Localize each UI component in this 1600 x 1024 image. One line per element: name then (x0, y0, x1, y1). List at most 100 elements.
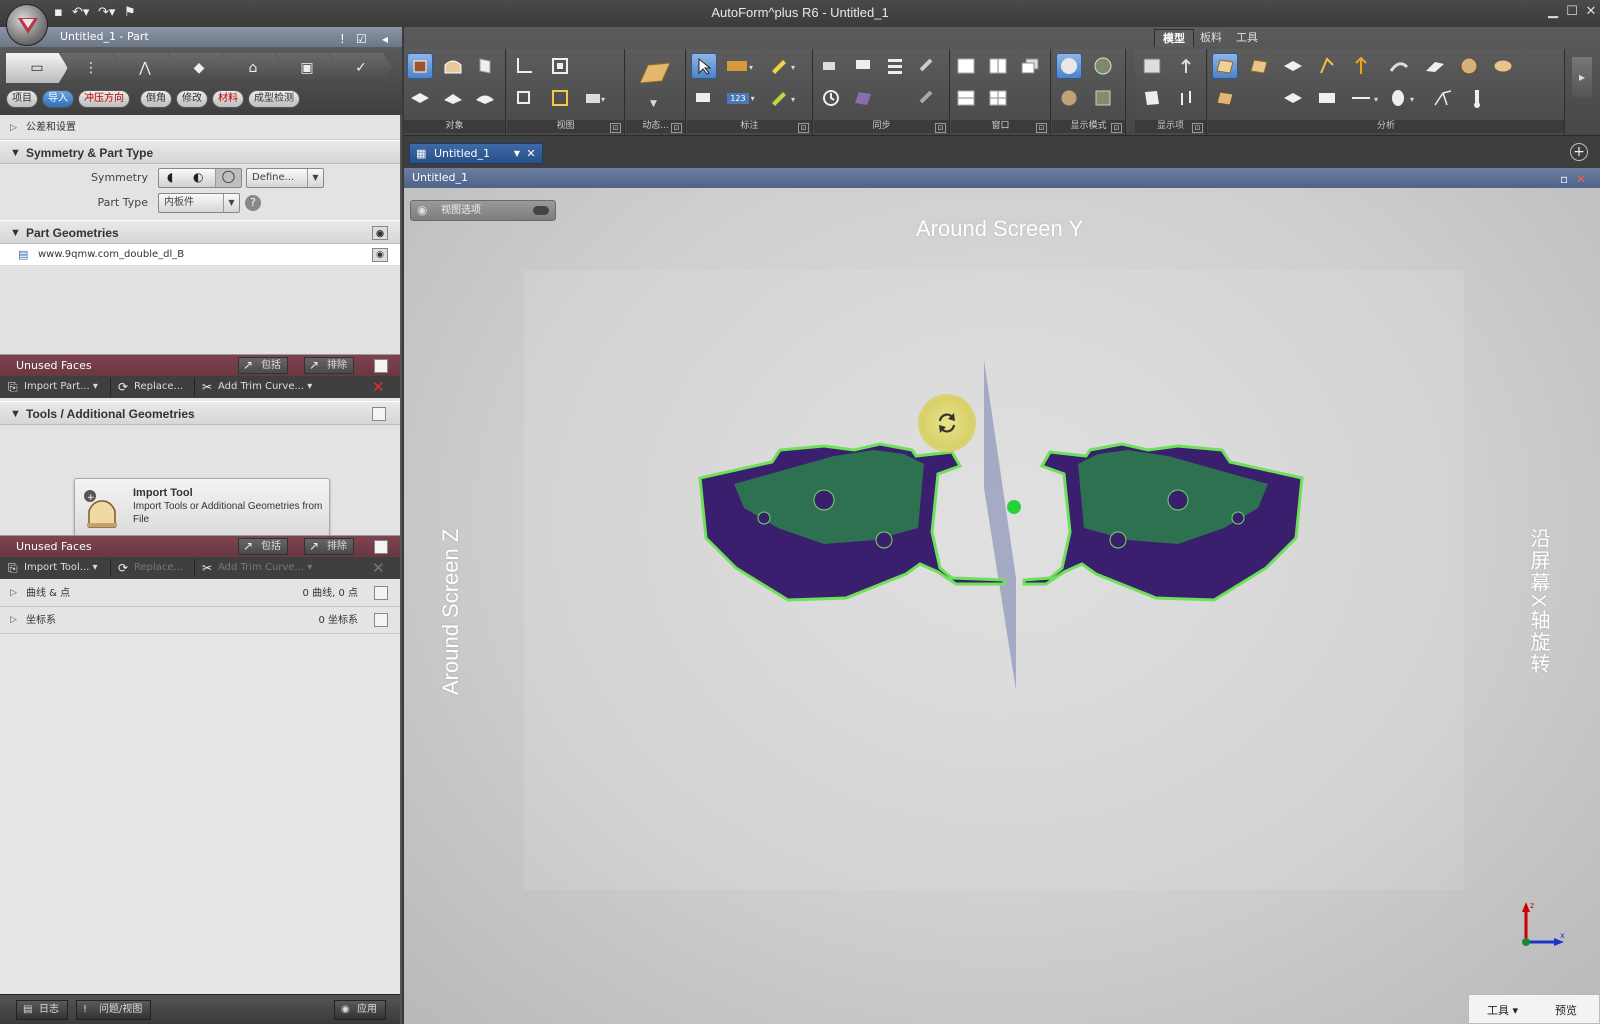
chevron-down-icon[interactable]: ▼ (514, 144, 520, 163)
process-step-addendum[interactable]: ⋀ (114, 53, 176, 83)
subtab-material[interactable]: 材料 (212, 90, 244, 108)
process-step-part[interactable]: ▭ (6, 53, 68, 83)
page-icon[interactable] (1139, 85, 1165, 111)
analysis-branch-icon[interactable] (1430, 85, 1456, 111)
define-dropdown[interactable]: Define... ▼ (246, 168, 324, 188)
delete-icon[interactable]: ✕ (372, 557, 385, 579)
symmetry-left-icon[interactable]: ◖ (167, 170, 173, 184)
measure-icon[interactable]: ▾ (723, 53, 759, 79)
view-axes-icon[interactable] (511, 53, 537, 79)
analysis-section-icon[interactable] (1246, 53, 1272, 79)
replace-button[interactable]: ⟳ Replace... (114, 557, 183, 579)
select-pointer-icon[interactable] (691, 53, 717, 79)
label-icon[interactable] (691, 85, 717, 111)
symmetry-selector[interactable]: ◖ ◐ ◯ (158, 168, 242, 188)
restore-window-icon[interactable]: ▫ (1560, 169, 1568, 189)
analysis-map-icon[interactable] (1212, 53, 1238, 79)
tool-object-icon[interactable] (440, 85, 466, 111)
delete-icon[interactable]: ✕ (372, 376, 385, 398)
3d-viewport[interactable]: ◉ 视图选项 Around Screen Y Around Screen Z 沿… (404, 188, 1600, 1024)
unlink-icon[interactable] (914, 85, 940, 111)
mesh-sphere-icon[interactable] (1056, 85, 1082, 111)
undo-icon[interactable]: ↶▾ (72, 5, 89, 20)
four-windows-icon[interactable] (985, 85, 1011, 111)
replace-button[interactable]: ⟳ Replace... (114, 376, 183, 398)
help-icon[interactable]: ? (245, 195, 261, 211)
include-button[interactable]: ↗ 包括 (238, 538, 288, 555)
close-icon[interactable]: ✕ (1582, 4, 1600, 19)
tab-untitled-1[interactable]: ▦ Untitled_1 ▼ ✕ (409, 143, 543, 164)
zoom-value-field[interactable]: 123 ▾ (723, 85, 759, 111)
sync-list-icon[interactable] (882, 53, 908, 79)
exclude-button[interactable]: ↗ 排除 (304, 538, 354, 555)
include-button[interactable]: ↗ 包括 (238, 357, 288, 374)
blank-object-icon[interactable] (407, 85, 433, 111)
import-tool-button[interactable]: ⎘ Import Tool... ▾ (4, 557, 98, 579)
minimize-icon[interactable]: ▁ (1544, 4, 1562, 19)
part-type-select[interactable]: 内板件 ▼ (158, 193, 240, 213)
add-trim-curve-button[interactable]: ✂ Add Trim Curve... ▾ (198, 376, 312, 398)
sync-result-icon[interactable] (850, 85, 876, 111)
customize-icon[interactable]: ⚑ (124, 5, 136, 20)
preview-tray-button[interactable]: 预览 (1555, 1002, 1577, 1018)
transparent-icon[interactable] (1090, 85, 1116, 111)
process-step-tipping[interactable]: ⋮ (60, 53, 122, 83)
maximize-icon[interactable]: ☐ (1563, 4, 1581, 19)
subtab-draw-direction[interactable]: 冲压方向 (78, 90, 130, 108)
tolerance-settings-row[interactable]: ▷ 公差和设置 (0, 116, 400, 140)
cascade-windows-icon[interactable] (1017, 53, 1043, 79)
app-logo[interactable] (6, 4, 48, 46)
analysis-curve-icon[interactable] (1386, 53, 1412, 79)
split-vertical-icon[interactable] (985, 53, 1011, 79)
view-cube-icon[interactable] (511, 85, 537, 111)
add-tab-icon[interactable]: + (1570, 143, 1588, 161)
pen-annotate-icon[interactable]: ▾ (767, 53, 803, 79)
surface-object-icon[interactable] (440, 53, 466, 79)
die-object-icon[interactable] (472, 85, 498, 111)
part-model[interactable] (404, 188, 1600, 1024)
save-icon[interactable]: ▪ (54, 5, 63, 20)
visibility-icon[interactable]: ◉ (372, 248, 388, 262)
curves-points-row[interactable]: ▷ 曲线 & 点 0 曲线, 0 点 (0, 580, 400, 607)
subtab-project[interactable]: 项目 (6, 90, 38, 108)
subtab-import[interactable]: 导入 (42, 90, 74, 108)
flip-normal-icon[interactable] (1173, 85, 1199, 111)
chevron-down-icon[interactable]: ▼ (650, 99, 657, 109)
tools-tray-button[interactable]: 工具 ▾ (1487, 1002, 1518, 1018)
import-part-button[interactable]: ⎘ Import Part... ▾ (4, 376, 98, 398)
collapse-panel-icon[interactable]: ◂ (382, 29, 388, 49)
dialog-launcher-icon[interactable]: ⊡ (1111, 123, 1122, 133)
analysis-envelope-icon[interactable] (1314, 85, 1340, 111)
sync-label-icon[interactable] (850, 53, 876, 79)
highlighter-icon[interactable]: ▾ (767, 85, 803, 111)
analysis-draw-direction-icon[interactable] (1348, 53, 1374, 79)
normal-arrow-icon[interactable] (1173, 53, 1199, 79)
tab-tools[interactable]: 工具 (1228, 29, 1266, 47)
sheet-object-icon[interactable] (472, 53, 498, 79)
exclude-button[interactable]: ↗ 排除 (304, 357, 354, 374)
visibility-icon[interactable]: ◉ (372, 226, 388, 240)
add-trim-curve-button[interactable]: ✂ Add Trim Curve... ▾ (198, 557, 312, 579)
tab-model[interactable]: 模型 (1154, 29, 1194, 47)
tools-checkbox[interactable] (372, 407, 386, 421)
process-step-trim[interactable]: ⌂ (222, 53, 284, 83)
process-step-check[interactable]: ✓ (330, 53, 392, 83)
process-step-simulation[interactable]: ▣ (276, 53, 338, 83)
issues-view-button[interactable]: ! 问题/视图 (76, 1000, 152, 1020)
subtab-modify[interactable]: 修改 (176, 90, 208, 108)
analysis-thermometer-icon[interactable] (1464, 85, 1490, 111)
pivot-point[interactable] (1007, 500, 1021, 514)
checklist-icon[interactable]: ☑ (356, 29, 367, 49)
apply-button[interactable]: ◉ 应用 (334, 1000, 386, 1020)
analysis-slope-icon[interactable] (1422, 53, 1448, 79)
dialog-launcher-icon[interactable]: ⊡ (935, 123, 946, 133)
tab-blank[interactable]: 板料 (1192, 29, 1230, 47)
link-icon[interactable] (914, 53, 940, 79)
zoom-fit-icon[interactable] (547, 53, 573, 79)
part-geometries-header[interactable]: ▼ Part Geometries ◉ (0, 220, 400, 244)
ribbon-scroll-right-icon[interactable]: ▸ (1572, 57, 1592, 97)
close-window-icon[interactable]: ✕ (1576, 169, 1586, 189)
dialog-launcher-icon[interactable]: ⊡ (1192, 123, 1203, 133)
analysis-angle-icon[interactable] (1314, 53, 1340, 79)
unused-faces-checkbox[interactable] (374, 540, 388, 554)
